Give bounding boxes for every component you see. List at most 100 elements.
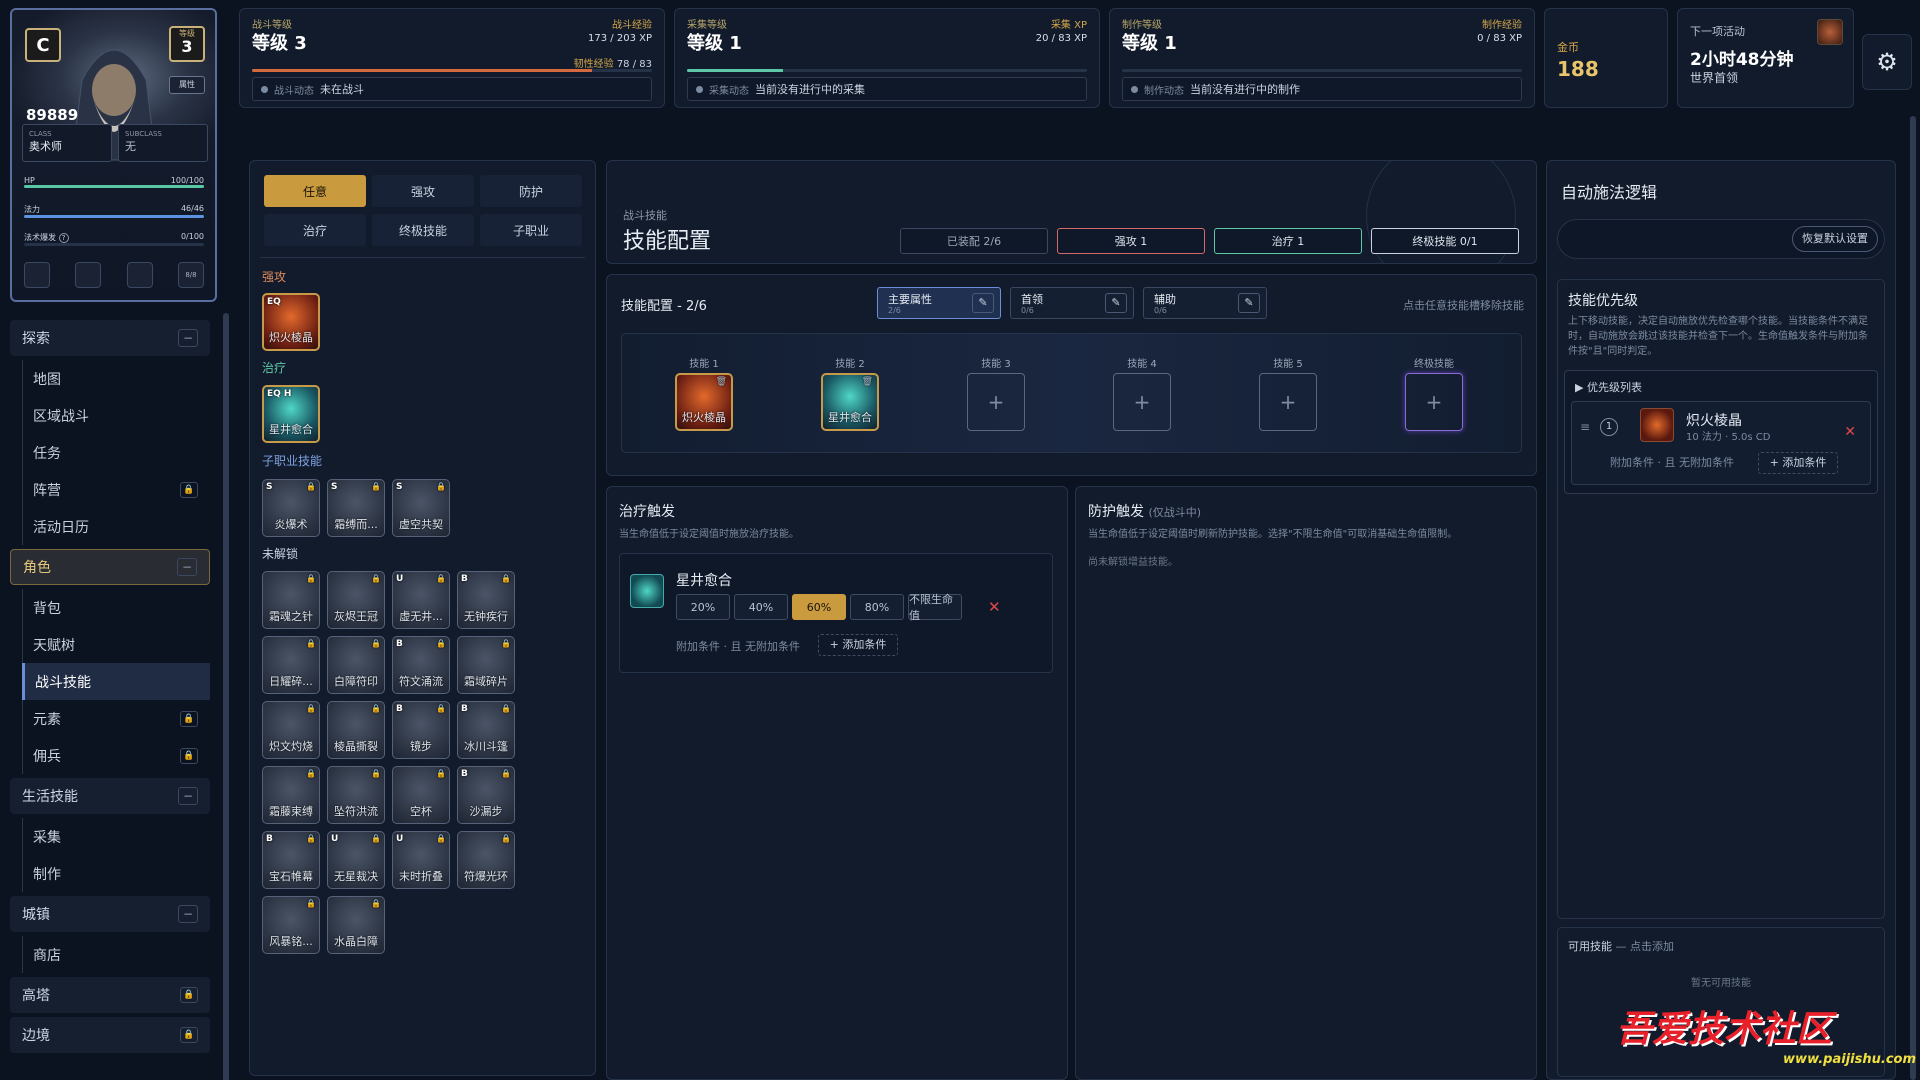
- threshold-option[interactable]: 20%: [676, 594, 730, 620]
- add-condition-button[interactable]: + 添加条件: [1758, 452, 1838, 474]
- nav-item[interactable]: 区域战斗: [22, 397, 210, 434]
- skill-icon[interactable]: B 🔒 无钟疾行: [457, 571, 515, 629]
- equipped-skill-slot[interactable]: 🗑 炽火棱晶: [675, 373, 733, 431]
- quick-slots: 8/8: [24, 262, 204, 288]
- nav-category[interactable]: 边境 🔒: [10, 1017, 210, 1053]
- equipped-skill-slot[interactable]: 🗑 星井愈合: [821, 373, 879, 431]
- trash-icon[interactable]: 🗑: [716, 377, 727, 387]
- skill-icon[interactable]: 🔒 棱晶撕裂: [327, 701, 385, 759]
- skill-icon[interactable]: B 🔒 冰川斗篷: [457, 701, 515, 759]
- skill-icon[interactable]: 🔒 霜藤束缚: [262, 766, 320, 824]
- quick-slot-icon[interactable]: [126, 262, 153, 288]
- nav-category[interactable]: 探索 −: [10, 320, 210, 356]
- settings-button[interactable]: ⚙: [1862, 34, 1912, 90]
- threshold-option[interactable]: 60%: [792, 594, 846, 620]
- priority-entry[interactable]: ≡ 1 炽火棱晶 10 法力 · 5.0s CD ✕ 附加条件 · 且 无附加条…: [1571, 401, 1871, 485]
- skill-icon[interactable]: 🔒 空杯: [392, 766, 450, 824]
- collapse-icon[interactable]: −: [178, 905, 198, 923]
- nav-category[interactable]: 高塔 🔒: [10, 977, 210, 1013]
- skill-icon[interactable]: S 🔒 霜缚而...: [327, 479, 385, 537]
- library-tab[interactable]: 任意: [264, 175, 366, 207]
- library-tab[interactable]: 终极技能: [372, 214, 474, 246]
- nav-item[interactable]: 背包: [22, 589, 210, 626]
- library-tab[interactable]: 子职业: [480, 214, 582, 246]
- collapse-icon[interactable]: −: [177, 558, 197, 576]
- threshold-option[interactable]: 40%: [734, 594, 788, 620]
- quick-slot-icon[interactable]: [75, 262, 102, 288]
- priority-box: 技能优先级 上下移动技能，决定自动施放优先检查哪个技能。当技能条件不满足时，自动…: [1557, 279, 1885, 919]
- threshold-option[interactable]: 80%: [850, 594, 904, 620]
- nav-category[interactable]: 城镇 −: [10, 896, 210, 932]
- edit-icon[interactable]: ✎: [1238, 293, 1260, 313]
- collapse-icon[interactable]: −: [178, 787, 198, 805]
- empty-skill-slot[interactable]: +: [1259, 373, 1317, 431]
- sidebar-scrollbar[interactable]: [223, 313, 229, 1080]
- remove-icon[interactable]: ✕: [988, 598, 1001, 616]
- edit-icon[interactable]: ✎: [972, 293, 994, 313]
- skill-icon[interactable]: U 🔒 无星裁决: [327, 831, 385, 889]
- skill-icon[interactable]: 🔒 霜魂之针: [262, 571, 320, 629]
- nav-item[interactable]: 天赋树: [22, 626, 210, 663]
- burst-row: 法术爆发 ? 0/100: [24, 232, 204, 246]
- loadout-tab[interactable]: 首领 0/6 ✎: [1010, 287, 1134, 319]
- quick-slot-icon[interactable]: [24, 262, 50, 288]
- skill-icon[interactable]: 🔒 霜域碎片: [457, 636, 515, 694]
- nav-item[interactable]: 任务: [22, 434, 210, 471]
- skill-icon[interactable]: 🔒 白障符印: [327, 636, 385, 694]
- skill-icon[interactable]: S 🔒 虚空共契: [392, 479, 450, 537]
- skill-icon[interactable]: U 🔒 末时折叠: [392, 831, 450, 889]
- skill-icon[interactable]: EQ 炽火棱晶: [262, 293, 320, 351]
- nav-item[interactable]: 佣兵 🔒: [22, 737, 210, 774]
- watermark: 吾爱技术社区 www.paijishu.com: [1616, 1009, 1916, 1067]
- nav-category[interactable]: 角色 −: [10, 549, 210, 585]
- library-tab[interactable]: 治疗: [264, 214, 366, 246]
- loadout-tab[interactable]: 主要属性 2/6 ✎: [877, 287, 1001, 319]
- empty-skill-slot[interactable]: +: [967, 373, 1025, 431]
- library-tab[interactable]: 防护: [480, 175, 582, 207]
- skill-icon[interactable]: 🔒 灰烬王冠: [327, 571, 385, 629]
- nav-item[interactable]: 元素 🔒: [22, 700, 210, 737]
- remove-icon[interactable]: ✕: [1844, 424, 1856, 440]
- reset-default-button[interactable]: 恢复默认设置: [1792, 226, 1878, 252]
- priority-list: ▶ 优先级列表 ≡ 1 炽火棱晶 10 法力 · 5.0s CD ✕ 附加条件 …: [1564, 370, 1878, 494]
- quick-slot-more-button[interactable]: 8/8: [177, 262, 204, 288]
- add-condition-button[interactable]: + 添加条件: [818, 634, 898, 656]
- loadout-tab[interactable]: 辅助 0/6 ✎: [1143, 287, 1267, 319]
- nav-item[interactable]: 阵营 🔒: [22, 471, 210, 508]
- nav-item[interactable]: 地图: [22, 360, 210, 397]
- skill-icon[interactable]: 🔒 符爆光环: [457, 831, 515, 889]
- info-icon[interactable]: ?: [58, 233, 69, 243]
- nav-item[interactable]: 制作: [22, 855, 210, 892]
- skill-icon[interactable]: S 🔒 炎爆术: [262, 479, 320, 537]
- skill-icon[interactable]: 🔒 炽文灼烧: [262, 701, 320, 759]
- skill-icon[interactable]: B 🔒 宝石帷幕: [262, 831, 320, 889]
- skill-icon[interactable]: 🔒 日耀碎...: [262, 636, 320, 694]
- main-scrollbar[interactable]: [1910, 116, 1916, 1080]
- skill-icon[interactable]: EQ H 星井愈合: [262, 385, 320, 443]
- library-tab[interactable]: 强攻: [372, 175, 474, 207]
- lock-icon: 🔒: [501, 834, 511, 843]
- skill-icon[interactable]: 🔒 水晶白障: [327, 896, 385, 954]
- nav-category[interactable]: 生活技能 −: [10, 778, 210, 814]
- skill-icon[interactable]: B 🔒 符文涌流: [392, 636, 450, 694]
- threshold-option[interactable]: 不限生命值: [908, 593, 962, 622]
- nav-item[interactable]: 商店: [22, 936, 210, 973]
- nav-item[interactable]: 采集: [22, 818, 210, 855]
- page-subtitle: 战斗技能: [623, 209, 667, 222]
- collapse-icon[interactable]: −: [178, 329, 198, 347]
- trash-icon[interactable]: 🗑: [862, 377, 873, 387]
- skill-icon[interactable]: B 🔒 沙漏步: [457, 766, 515, 824]
- drag-handle-icon[interactable]: ≡: [1580, 420, 1590, 434]
- edit-icon[interactable]: ✎: [1105, 293, 1127, 313]
- skill-icon[interactable]: 🔒 风暴铭...: [262, 896, 320, 954]
- skill-icon[interactable]: B 🔒 镜步: [392, 701, 450, 759]
- nav-item[interactable]: 战斗技能: [22, 663, 210, 700]
- empty-skill-slot[interactable]: +: [1113, 373, 1171, 431]
- skill-icon[interactable]: 🔒 坠符洪流: [327, 766, 385, 824]
- heal-trigger-title: 治疗触发: [619, 504, 675, 520]
- lock-icon: 🔒: [436, 482, 446, 491]
- skill-icon[interactable]: U 🔒 虚无井...: [392, 571, 450, 629]
- nav-item[interactable]: 活动日历: [22, 508, 210, 545]
- empty-skill-slot[interactable]: +: [1405, 373, 1463, 431]
- attributes-button[interactable]: 属性: [169, 76, 205, 94]
